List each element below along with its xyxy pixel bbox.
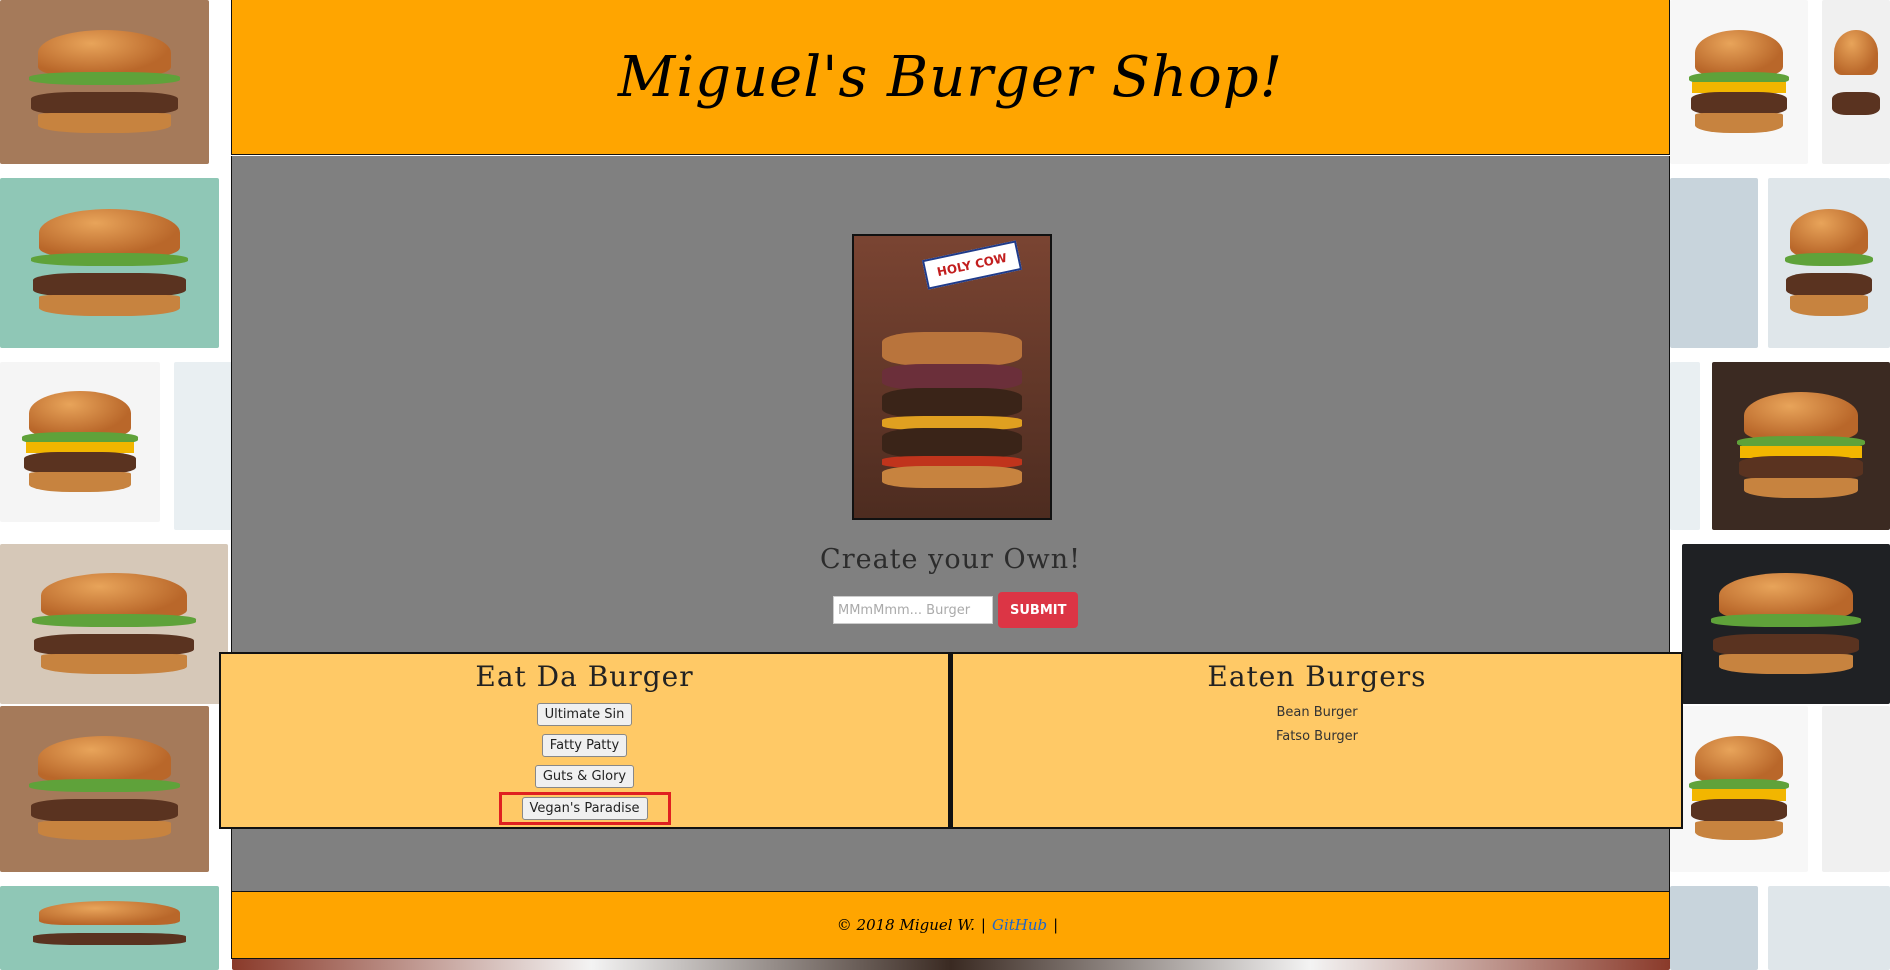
burger-photo xyxy=(0,0,209,164)
burger-photo xyxy=(0,178,219,348)
eat-da-burger-heading: Eat Da Burger xyxy=(475,660,694,693)
devour-burger-button[interactable]: Guts & Glory xyxy=(534,765,635,788)
site-footer: © 2018 Miguel W. | GitHub | xyxy=(231,891,1670,959)
eaten-burger-item: Bean Burger xyxy=(1276,705,1358,720)
burger-photo xyxy=(1712,362,1890,530)
eaten-list: Bean Burger Fatso Burger xyxy=(953,701,1681,749)
burger-photo xyxy=(1670,362,1700,530)
eaten-burgers-panel: Eaten Burgers Bean Burger Fatso Burger xyxy=(950,652,1683,829)
burger-photo xyxy=(0,544,228,704)
list-item: Fatty Patty xyxy=(522,732,647,759)
eat-da-burger-panel: Eat Da Burger Ultimate Sin Fatty Patty G… xyxy=(219,652,950,829)
burger-photo xyxy=(1670,886,1758,970)
burger-photo xyxy=(174,362,232,530)
burger-photo xyxy=(1670,0,1808,164)
submit-button[interactable]: SUBMIT xyxy=(998,592,1079,628)
burger-photo xyxy=(1822,0,1890,164)
site-title: Miguel's Burger Shop! xyxy=(617,44,1284,110)
highlighted-list-item: Vegan's Paradise xyxy=(498,792,671,825)
github-link[interactable]: GitHub xyxy=(992,916,1047,934)
devour-burger-button[interactable]: Fatty Patty xyxy=(541,734,628,757)
create-burger-form: SUBMIT xyxy=(833,592,1079,628)
devour-burger-button[interactable]: Vegan's Paradise xyxy=(521,797,648,820)
burger-photo xyxy=(232,958,1670,970)
burger-photo xyxy=(1682,544,1890,704)
burger-photo xyxy=(0,706,209,872)
create-your-own-heading: Create your Own! xyxy=(820,544,1081,575)
burger-photo xyxy=(1768,178,1890,348)
devour-list: Ultimate Sin Fatty Patty Guts & Glory Ve… xyxy=(221,701,948,825)
eaten-burgers-heading: Eaten Burgers xyxy=(1207,660,1427,693)
footer-separator: | xyxy=(980,916,986,934)
footer-separator: | xyxy=(1053,916,1059,934)
list-item: Ultimate Sin xyxy=(517,701,653,728)
burger-photo xyxy=(1670,178,1758,348)
burger-panels: Eat Da Burger Ultimate Sin Fatty Patty G… xyxy=(219,652,1683,829)
burger-photo xyxy=(1768,886,1890,970)
burger-name-input[interactable] xyxy=(833,596,993,624)
site-header: Miguel's Burger Shop! xyxy=(231,0,1670,155)
devour-burger-button[interactable]: Ultimate Sin xyxy=(536,703,633,726)
hero-burger-image: HOLY COW xyxy=(852,234,1052,520)
burger-photo xyxy=(1822,706,1890,872)
burger-photo xyxy=(0,886,219,970)
eaten-burger-item: Fatso Burger xyxy=(1275,729,1359,744)
holy-cow-flag: HOLY COW xyxy=(921,240,1023,290)
copyright-text: © 2018 Miguel W. xyxy=(836,916,975,934)
burger-photo xyxy=(0,362,160,522)
list-item: Guts & Glory xyxy=(515,763,654,790)
burger-photo xyxy=(1670,706,1808,872)
